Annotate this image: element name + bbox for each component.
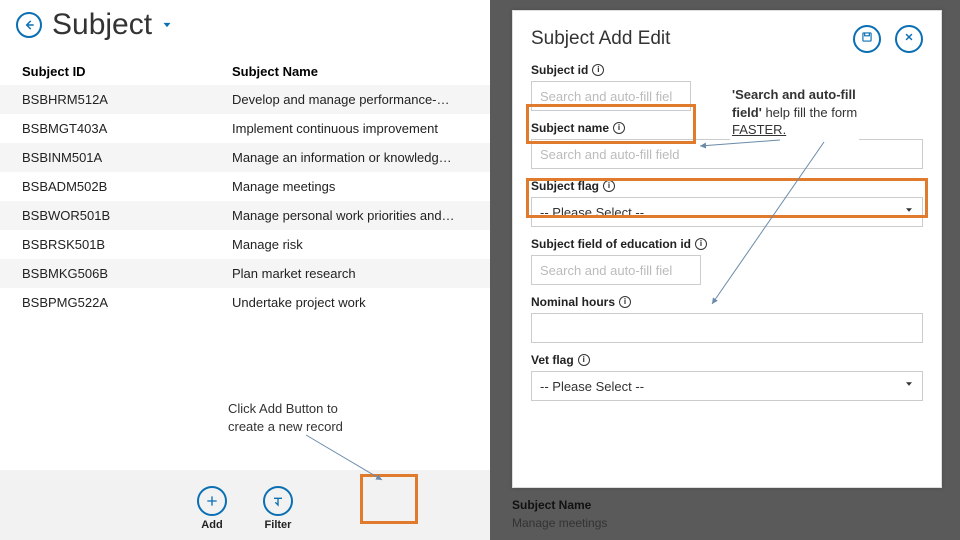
back-button[interactable]: [16, 12, 42, 38]
cell-subject-id: BSBWOR501B: [22, 208, 232, 223]
close-button[interactable]: [895, 25, 923, 53]
add-label: Add: [201, 519, 222, 531]
main-pane: Subject Subject ID Subject Name BSBHRM51…: [0, 0, 490, 540]
info-icon[interactable]: i: [695, 238, 707, 250]
table-header: Subject ID Subject Name: [0, 46, 490, 85]
label-nominal-hours: Nominal hours: [531, 295, 615, 309]
dim-label-2: Manage meetings: [512, 516, 607, 530]
cell-subject-id: BSBMKG506B: [22, 266, 232, 281]
cell-subject-id: BSBADM502B: [22, 179, 232, 194]
cell-subject-id: BSBRSK501B: [22, 237, 232, 252]
cell-subject-name: Manage meetings: [232, 179, 474, 194]
label-subject-id: Subject id: [531, 63, 588, 77]
label-vet-flag: Vet flag: [531, 353, 574, 367]
subject-id-input[interactable]: [531, 81, 691, 111]
page-header: Subject: [0, 0, 490, 46]
cell-subject-name: Manage personal work priorities and…: [232, 208, 474, 223]
save-icon: [860, 30, 874, 44]
plus-icon: [204, 493, 220, 509]
cell-subject-name: Manage risk: [232, 237, 474, 252]
chevron-down-icon: [160, 18, 174, 32]
table-row[interactable]: BSBWOR501BManage personal work prioritie…: [0, 201, 490, 230]
close-icon: [902, 30, 916, 44]
col-subject-name: Subject Name: [232, 64, 474, 79]
table-row[interactable]: BSBMGT403AImplement continuous improveme…: [0, 114, 490, 143]
filter-button[interactable]: Filter: [263, 486, 293, 531]
callout-add: Click Add Button to create a new record: [228, 400, 343, 435]
table-row[interactable]: BSBADM502BManage meetings: [0, 172, 490, 201]
info-icon[interactable]: i: [603, 180, 615, 192]
page-title: Subject: [52, 8, 152, 42]
table-row[interactable]: BSBPMG522AUndertake project work: [0, 288, 490, 317]
nominal-hours-input[interactable]: [531, 313, 923, 343]
info-icon[interactable]: i: [619, 296, 631, 308]
info-icon[interactable]: i: [578, 354, 590, 366]
cell-subject-name: Implement continuous improvement: [232, 121, 474, 136]
table-row[interactable]: BSBMKG506BPlan market research: [0, 259, 490, 288]
panel-header: Subject Add Edit: [531, 25, 923, 53]
dim-label-1: Subject Name: [512, 498, 591, 512]
label-subject-name: Subject name: [531, 121, 609, 135]
subject-name-input[interactable]: [531, 139, 923, 169]
cell-subject-id: BSBHRM512A: [22, 92, 232, 107]
edit-panel: Subject Add Edit Subject id i Subject nam…: [512, 10, 942, 488]
table-row[interactable]: BSBINM501AManage an information or knowl…: [0, 143, 490, 172]
callout-autofill: 'Search and auto-fill field' help fill t…: [730, 84, 859, 141]
label-subject-flag: Subject flag: [531, 179, 599, 193]
subject-flag-select[interactable]: [531, 197, 923, 227]
table-row[interactable]: BSBHRM512ADevelop and manage performance…: [0, 85, 490, 114]
panel-title: Subject Add Edit: [531, 28, 670, 50]
cell-subject-id: BSBMGT403A: [22, 121, 232, 136]
foe-id-input[interactable]: [531, 255, 701, 285]
table-body: BSBHRM512ADevelop and manage performance…: [0, 85, 490, 317]
title-dropdown[interactable]: [160, 18, 174, 32]
filter-label: Filter: [265, 519, 292, 531]
info-icon[interactable]: i: [613, 122, 625, 134]
cell-subject-name: Plan market research: [232, 266, 474, 281]
footer-bar: Add Filter: [0, 470, 490, 540]
cell-subject-id: BSBINM501A: [22, 150, 232, 165]
cell-subject-name: Manage an information or knowledg…: [232, 150, 474, 165]
cell-subject-id: BSBPMG522A: [22, 295, 232, 310]
table-row[interactable]: BSBRSK501BManage risk: [0, 230, 490, 259]
add-button[interactable]: Add: [197, 486, 227, 531]
filter-icon: [270, 493, 286, 509]
col-subject-id: Subject ID: [22, 64, 232, 79]
arrow-left-icon: [22, 18, 36, 32]
cell-subject-name: Undertake project work: [232, 295, 474, 310]
label-foe-id: Subject field of education id: [531, 237, 691, 251]
info-icon[interactable]: i: [592, 64, 604, 76]
save-button[interactable]: [853, 25, 881, 53]
vet-flag-select[interactable]: [531, 371, 923, 401]
cell-subject-name: Develop and manage performance-…: [232, 92, 474, 107]
